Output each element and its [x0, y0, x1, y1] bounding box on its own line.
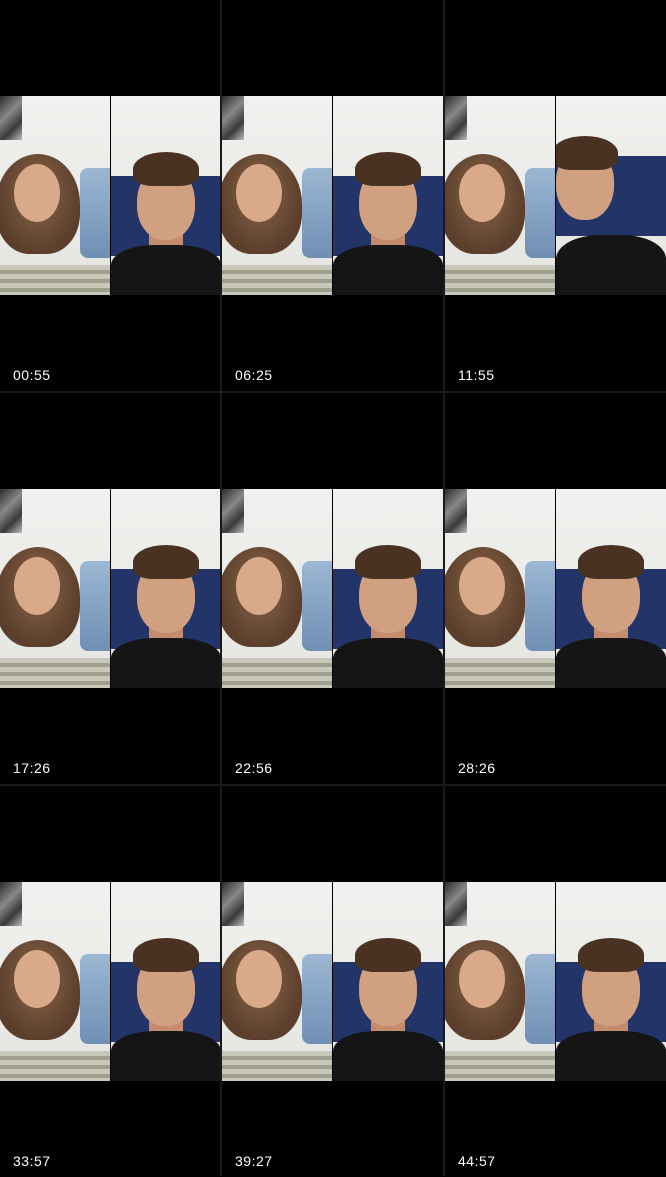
right-video-panel — [333, 882, 443, 1081]
left-video-panel — [0, 882, 110, 1081]
timestamp-label: 28:26 — [458, 760, 496, 776]
poster-image — [222, 489, 244, 533]
poster-image — [222, 882, 244, 926]
left-video-panel — [222, 489, 332, 688]
right-video-panel — [333, 96, 443, 295]
left-video-panel — [222, 96, 332, 295]
timestamp-label: 44:57 — [458, 1153, 496, 1169]
left-video-panel — [0, 489, 110, 688]
split-screen-frame — [0, 96, 221, 295]
poster-image — [445, 489, 467, 533]
poster-image — [0, 96, 22, 140]
poster-image — [222, 96, 244, 140]
left-video-panel — [445, 882, 555, 1081]
timestamp-label: 39:27 — [235, 1153, 273, 1169]
split-screen-frame — [0, 882, 221, 1081]
split-screen-frame — [222, 489, 443, 688]
poster-image — [445, 96, 467, 140]
split-screen-frame — [445, 882, 666, 1081]
timestamp-label: 17:26 — [13, 760, 51, 776]
clip-thumbnail[interactable]: 06:25 — [222, 0, 443, 391]
clip-thumbnail[interactable]: 00:55 — [0, 0, 221, 391]
clip-thumbnail[interactable]: 44:57 — [445, 786, 666, 1177]
timestamp-label: 06:25 — [235, 367, 273, 383]
clip-thumbnail[interactable]: 33:57 — [0, 786, 221, 1177]
timestamp-label: 33:57 — [13, 1153, 51, 1169]
poster-image — [0, 489, 22, 533]
left-video-panel — [445, 489, 555, 688]
clip-thumbnail[interactable]: 17:26 — [0, 393, 221, 784]
poster-image — [445, 882, 467, 926]
right-video-panel — [111, 96, 221, 295]
thumbnail-grid: 00:55 06:25 11:55 17:26 22:56 28:26 33:5… — [0, 0, 666, 1177]
grid-divider — [0, 784, 666, 786]
timestamp-label: 00:55 — [13, 367, 51, 383]
split-screen-frame — [445, 96, 666, 295]
grid-divider — [443, 0, 445, 1176]
poster-image — [0, 882, 22, 926]
timestamp-label: 22:56 — [235, 760, 273, 776]
split-screen-frame — [445, 489, 666, 688]
split-screen-frame — [0, 489, 221, 688]
split-screen-frame — [222, 882, 443, 1081]
grid-divider — [220, 0, 222, 1176]
split-screen-frame — [222, 96, 443, 295]
right-video-panel — [556, 96, 666, 295]
timestamp-label: 11:55 — [458, 367, 495, 383]
clip-thumbnail[interactable]: 28:26 — [445, 393, 666, 784]
right-video-panel — [556, 882, 666, 1081]
right-video-panel — [556, 489, 666, 688]
right-video-panel — [111, 882, 221, 1081]
right-video-panel — [333, 489, 443, 688]
clip-thumbnail[interactable]: 39:27 — [222, 786, 443, 1177]
right-video-panel — [111, 489, 221, 688]
left-video-panel — [445, 96, 555, 295]
left-video-panel — [0, 96, 110, 295]
left-video-panel — [222, 882, 332, 1081]
clip-thumbnail[interactable]: 11:55 — [445, 0, 666, 391]
clip-thumbnail[interactable]: 22:56 — [222, 393, 443, 784]
grid-divider — [0, 391, 666, 393]
